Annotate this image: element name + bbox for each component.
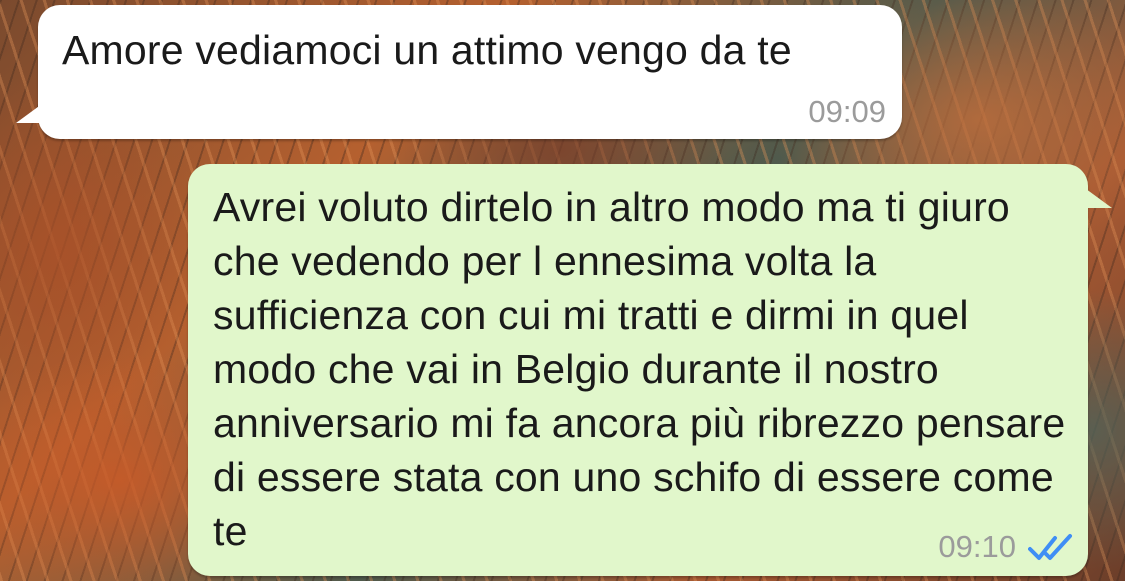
message-timestamp: 09:10 bbox=[938, 529, 1016, 564]
bubble-tail bbox=[1082, 186, 1112, 208]
double-check-icon bbox=[1028, 534, 1072, 560]
message-text: Amore vediamoci un attimo vengo da te bbox=[62, 27, 792, 73]
message-timestamp: 09:09 bbox=[808, 94, 886, 129]
bubble-tail bbox=[16, 101, 46, 123]
outgoing-message-bubble[interactable]: Avrei voluto dirtelo in altro modo ma ti… bbox=[188, 164, 1112, 576]
message-text: Avrei voluto dirtelo in altro modo ma ti… bbox=[213, 184, 1066, 554]
incoming-message-bubble[interactable]: Amore vediamoci un attimo vengo da te 09… bbox=[16, 5, 902, 139]
